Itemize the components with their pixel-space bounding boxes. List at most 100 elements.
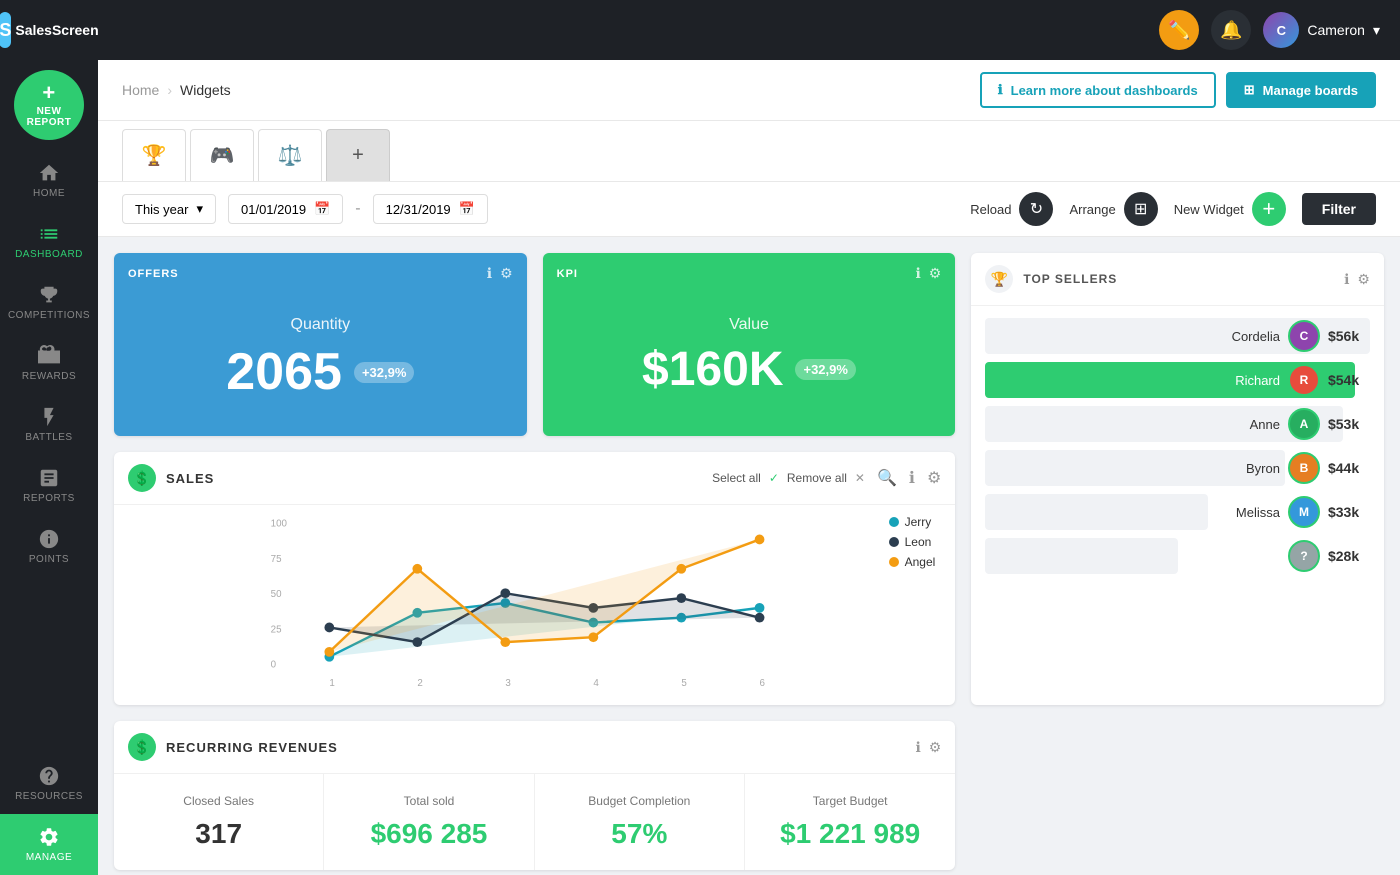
info-icon[interactable]: ℹ [1344, 271, 1349, 288]
notification-button[interactable]: 🔔 [1211, 10, 1251, 50]
kpi-value-area: Value $160K +32,9% [557, 296, 942, 417]
start-date-input[interactable]: 01/01/2019 📅 [228, 194, 343, 224]
new-widget-action[interactable]: New Widget + [1174, 192, 1286, 226]
edit-icon-button[interactable]: ✏️ [1159, 10, 1199, 50]
rr-label-target: Target Budget [759, 794, 941, 808]
seller-value: $44k [1328, 460, 1370, 476]
rr-value-total: $696 285 [338, 818, 519, 850]
sidebar-item-competitions[interactable]: COMPETITIONS [0, 272, 98, 333]
gear-icon[interactable]: ⚙ [929, 739, 942, 756]
learn-more-button[interactable]: ℹ Learn more about dashboards [980, 72, 1216, 108]
seller-avatar: R [1288, 364, 1320, 396]
new-widget-add-icon[interactable]: + [1252, 192, 1286, 226]
sales-chart-area: 100 75 50 25 0 1 2 3 4 5 6 [114, 505, 955, 705]
offers-value-row: 2065 +32,9% [128, 342, 513, 402]
svg-text:6: 6 [760, 678, 765, 689]
info-icon[interactable]: ℹ [487, 265, 492, 282]
logo[interactable]: S SalesScreen [0, 0, 98, 60]
gear-icon[interactable]: ⚙ [927, 468, 941, 488]
gear-icon[interactable]: ⚙ [929, 265, 942, 282]
top-sellers-header-icons: ℹ ⚙ [1344, 271, 1370, 288]
arrange-action[interactable]: Arrange ⊞ [1069, 192, 1157, 226]
tab-trophy[interactable]: 🏆 [122, 129, 186, 181]
sales-widget: 💲 SALES Select all ✓ Remove all ✕ 🔍 ℹ ⚙ [114, 452, 955, 705]
sidebar: S SalesScreen + NEW REPORT HOME DASHBOAR… [0, 0, 98, 875]
filter-actions: Reload ↻ Arrange ⊞ New Widget + Filter [970, 192, 1376, 226]
offers-header-icons: ℹ ⚙ [487, 265, 513, 282]
seller-avatar: A [1288, 408, 1320, 440]
legend-item-jerry: Jerry [889, 515, 936, 529]
seller-item: AnneA$53k [985, 402, 1370, 446]
seller-name: Byron [1246, 461, 1280, 476]
svg-text:3: 3 [505, 678, 510, 689]
topbar: ✏️ 🔔 C Cameron ▾ [98, 0, 1400, 60]
svg-text:2: 2 [417, 678, 422, 689]
logo-text: SalesScreen [15, 22, 98, 38]
seller-item: CordeliaC$56k [985, 314, 1370, 358]
offers-quantity: Quantity 2065 +32,9% [128, 296, 513, 422]
svg-text:100: 100 [271, 519, 288, 530]
remove-all-button[interactable]: Remove all [787, 471, 847, 485]
user-menu[interactable]: C Cameron ▾ [1263, 12, 1380, 48]
legend-dot-angel [889, 557, 899, 567]
period-select[interactable]: This year ▾ [122, 194, 216, 224]
new-report-button[interactable]: + NEW REPORT [14, 70, 84, 140]
arrange-icon: ⊞ [1124, 192, 1158, 226]
svg-text:1: 1 [329, 678, 334, 689]
calendar-icon: 📅 [314, 201, 330, 217]
reload-action[interactable]: Reload ↻ [970, 192, 1053, 226]
kpi-header-icons: ℹ ⚙ [915, 265, 941, 282]
gear-icon[interactable]: ⚙ [500, 265, 513, 282]
end-date-input[interactable]: 12/31/2019 📅 [373, 194, 488, 224]
seller-avatar: M [1288, 496, 1320, 528]
search-icon[interactable]: 🔍 [877, 468, 897, 488]
gear-icon[interactable]: ⚙ [1357, 271, 1370, 288]
period-label: This year [135, 202, 188, 217]
sidebar-item-home[interactable]: HOME [0, 150, 98, 211]
seller-item: RichardR$54k [985, 358, 1370, 402]
sales-chart: 100 75 50 25 0 1 2 3 4 5 6 [128, 515, 941, 691]
seller-value: $33k [1328, 504, 1370, 520]
sidebar-item-reports[interactable]: REPORTS [0, 455, 98, 516]
sidebar-item-battles[interactable]: BATTLES [0, 394, 98, 455]
grid-icon: ⊞ [1244, 82, 1255, 98]
manage-boards-button[interactable]: ⊞ Manage boards [1226, 72, 1376, 108]
seller-item: MelissaM$33k [985, 490, 1370, 534]
seller-avatar: ? [1288, 540, 1320, 572]
sidebar-item-rewards[interactable]: REWARDS [0, 333, 98, 394]
seller-name: Cordelia [1232, 329, 1280, 344]
sales-header: 💲 SALES Select all ✓ Remove all ✕ 🔍 ℹ ⚙ [114, 452, 955, 505]
legend-label-leon: Leon [905, 535, 932, 549]
rr-value-budget: 57% [549, 818, 730, 850]
filter-button[interactable]: Filter [1302, 193, 1376, 225]
legend-dot-jerry [889, 517, 899, 527]
tab-gamepad[interactable]: 🎮 [190, 129, 254, 181]
sidebar-item-dashboard[interactable]: DASHBOARD [0, 211, 98, 272]
info-icon: ℹ [998, 82, 1003, 98]
rr-value-closed: 317 [128, 818, 309, 850]
info-icon[interactable]: ℹ [909, 468, 915, 488]
legend-item-leon: Leon [889, 535, 936, 549]
select-all-row: Select all ✓ Remove all ✕ [712, 471, 865, 485]
breadcrumb-home[interactable]: Home [122, 82, 159, 98]
rr-label-total: Total sold [338, 794, 519, 808]
info-icon[interactable]: ℹ [915, 739, 920, 756]
rr-icon: 💲 [128, 733, 156, 761]
logo-mark: S [0, 12, 11, 48]
tab-scale[interactable]: ⚖️ [258, 129, 322, 181]
sales-controls: Select all ✓ Remove all ✕ 🔍 ℹ ⚙ [712, 468, 941, 488]
top-sellers-title: TOP SELLERS [1023, 272, 1117, 286]
sidebar-item-points[interactable]: POINTS [0, 516, 98, 577]
kpi-widget-header: KPI ℹ ⚙ [543, 253, 956, 282]
legend-dot-leon [889, 537, 899, 547]
tab-add[interactable]: + [326, 129, 390, 181]
info-icon[interactable]: ℹ [915, 265, 920, 282]
seller-value: $56k [1328, 328, 1370, 344]
breadcrumb: Home › Widgets [122, 82, 231, 98]
seller-item: ByronB$44k [985, 446, 1370, 490]
legend-label-angel: Angel [905, 555, 936, 569]
select-all-button[interactable]: Select all [712, 471, 761, 485]
sidebar-item-resources[interactable]: RESOURCES [0, 753, 98, 814]
sidebar-item-manage[interactable]: MANAGE [0, 814, 98, 875]
reload-label: Reload [970, 202, 1011, 217]
